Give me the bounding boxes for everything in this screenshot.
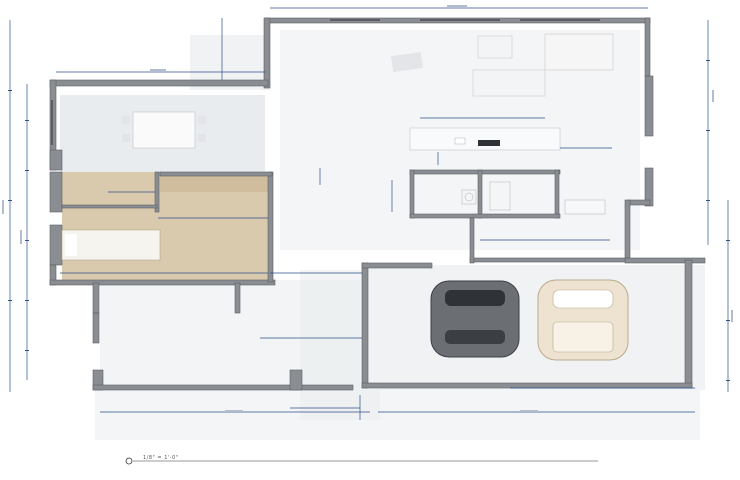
bed-icon [61,229,161,261]
scale-bar [125,457,598,465]
gray-car [430,280,520,358]
cream-car [537,279,629,361]
floor-plan [2,5,733,465]
kitchen-island-icon [409,127,561,151]
scale-label: 1/8" = 1'-0" [143,455,179,461]
dining-table-icon [122,111,206,149]
